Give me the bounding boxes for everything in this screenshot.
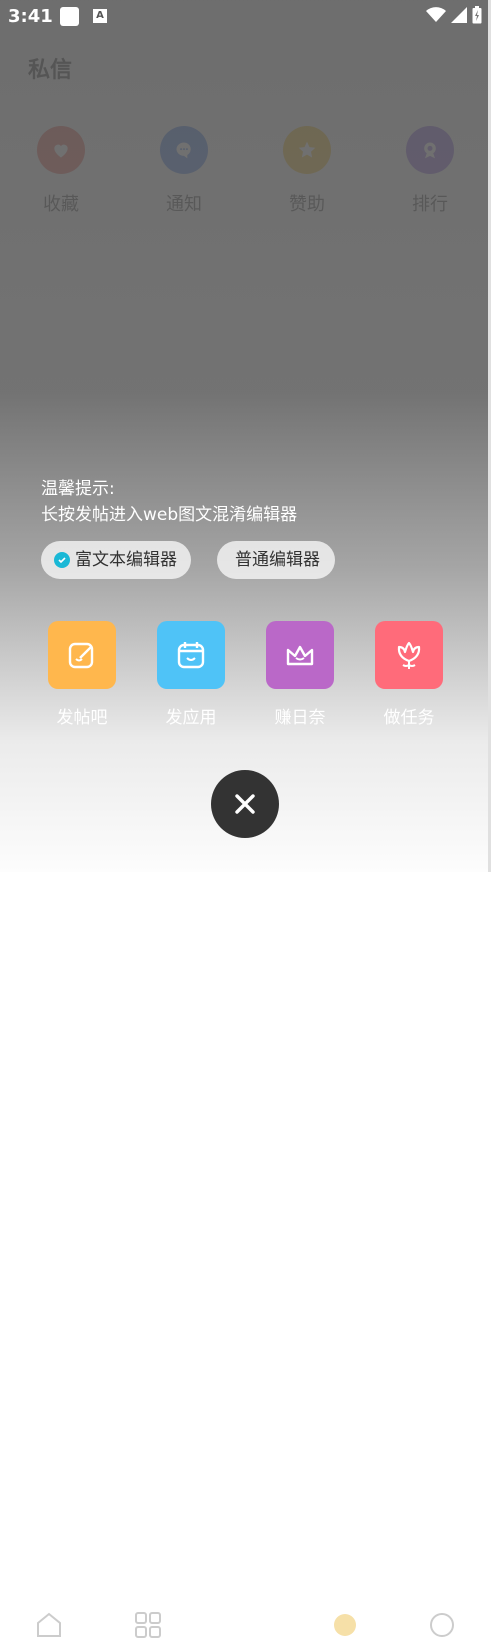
close-icon (235, 794, 255, 814)
flower-icon (375, 621, 443, 689)
action-task[interactable]: 做任务 (364, 621, 454, 728)
profile-tab-icon[interactable] (427, 1610, 457, 1640)
battery-icon (472, 6, 482, 24)
action-label: 发帖吧 (56, 708, 108, 728)
rich-text-editor-label: 富文本编辑器 (75, 550, 177, 570)
apps-tab-icon[interactable] (133, 1610, 163, 1640)
signal-icon (451, 7, 467, 23)
action-label: 赚日奈 (274, 708, 326, 728)
tip-text: 长按发帖进入web图文混淆编辑器 (41, 505, 298, 525)
action-publish-app[interactable]: 发应用 (146, 621, 236, 728)
tip-title: 温馨提示: (41, 479, 115, 499)
publish-overlay[interactable] (0, 0, 491, 872)
tip-block: 温馨提示: 长按发帖进入web图文混淆编辑器 (41, 476, 297, 528)
calendar-icon (157, 621, 225, 689)
plain-editor-button[interactable]: 普通编辑器 (217, 541, 335, 579)
close-button[interactable] (211, 770, 279, 838)
plain-editor-label: 普通编辑器 (235, 550, 320, 570)
edit-icon (48, 621, 116, 689)
app-notification-icon: A (93, 9, 107, 23)
action-post[interactable]: 发帖吧 (37, 621, 127, 728)
action-label: 发应用 (165, 708, 217, 728)
status-bar: 3:41 A (0, 0, 491, 34)
notification-icon (60, 7, 79, 26)
status-time: 3:41 (8, 6, 53, 27)
coin-tab-icon[interactable] (330, 1610, 360, 1640)
crown-icon (266, 621, 334, 689)
home-tab-icon[interactable] (34, 1610, 64, 1640)
rich-text-editor-button[interactable]: 富文本编辑器 (41, 541, 191, 579)
action-earn[interactable]: 赚日奈 (255, 621, 345, 728)
wifi-icon (426, 7, 446, 22)
action-label: 做任务 (383, 708, 435, 728)
check-icon (54, 552, 70, 568)
